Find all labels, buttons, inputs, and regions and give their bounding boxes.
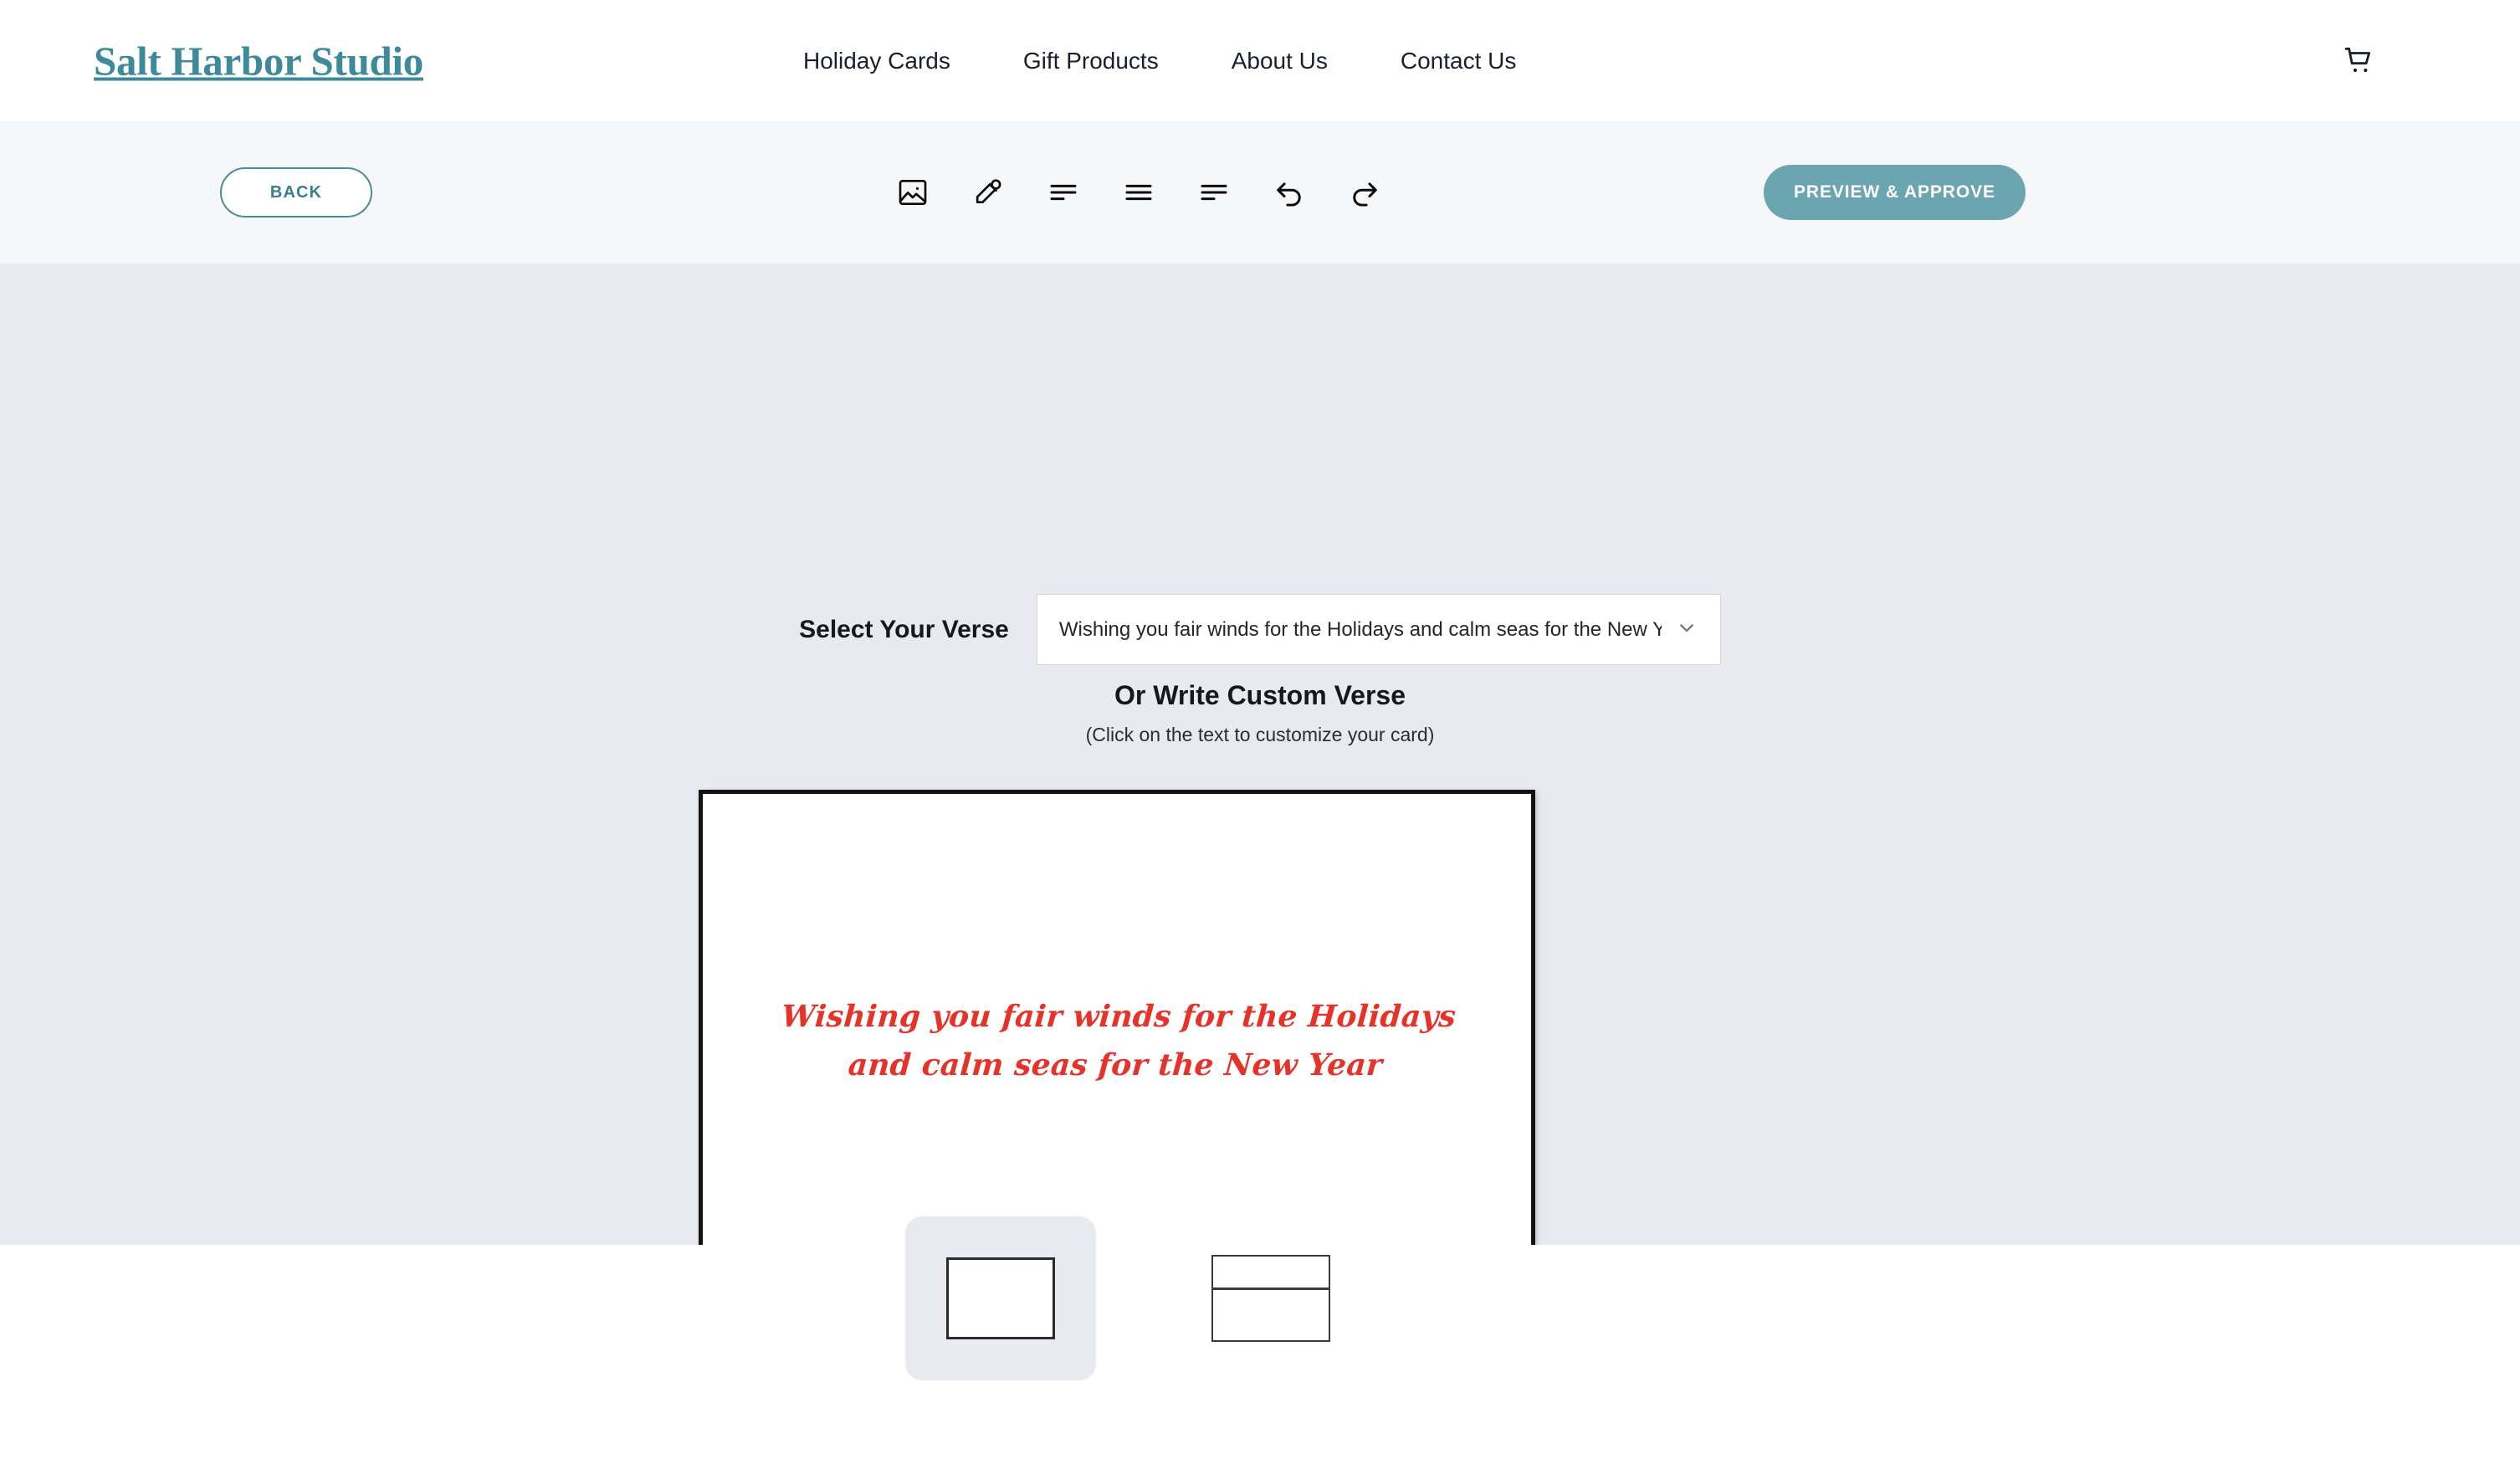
align-right-tool-button[interactable] — [1192, 171, 1236, 214]
card-front-thumbnail[interactable] — [905, 1216, 1096, 1380]
nav-item-about-us[interactable]: About Us — [1232, 48, 1328, 74]
nav-link-label[interactable]: Gift Products — [1023, 48, 1159, 74]
nav-link-label[interactable]: About Us — [1232, 48, 1328, 74]
envelope-thumbnail[interactable] — [1175, 1216, 1366, 1380]
nav-link-label[interactable]: Contact Us — [1401, 48, 1517, 74]
editor-stage: Select Your Verse Wishing you fair winds… — [0, 264, 2520, 1400]
card-editor-page: Salt Harbor Studio Holiday Cards Gift Pr… — [0, 0, 2520, 1459]
align-left-icon — [1047, 176, 1080, 209]
nav-item-holiday-cards[interactable]: Holiday Cards — [803, 48, 950, 74]
page-thumbnail-row — [905, 1216, 1366, 1380]
preview-and-approve-button[interactable]: PREVIEW & APPROVE — [1764, 165, 2026, 220]
nav-item-gift-products[interactable]: Gift Products — [1023, 48, 1159, 74]
align-center-icon — [1122, 176, 1155, 209]
brand-logo[interactable]: Salt Harbor Studio — [94, 37, 423, 84]
verse-select-label: Select Your Verse — [799, 615, 1009, 643]
eyedropper-icon — [971, 176, 1005, 209]
color-picker-tool-button[interactable] — [966, 171, 1010, 214]
site-header: Salt Harbor Studio Holiday Cards Gift Pr… — [0, 0, 2520, 121]
image-icon — [896, 176, 930, 209]
shopping-cart-icon — [2343, 44, 2376, 78]
editor-toolbar: BACK PREVIEW & APPROVE — [0, 121, 2520, 264]
verse-select-dropdown[interactable]: Wishing you fair winds for the Holidays … — [1036, 594, 1721, 665]
verse-select-row: Select Your Verse Wishing you fair winds… — [0, 594, 2520, 665]
nav-item-contact-us[interactable]: Contact Us — [1401, 48, 1517, 74]
page-thumbnail-strip — [0, 1216, 2520, 1459]
undo-icon — [1272, 175, 1307, 210]
card-verse-text[interactable]: Wishing you fair winds for the Holidays … — [699, 992, 1534, 1090]
main-navigation: Holiday Cards Gift Products About Us Con… — [803, 48, 1516, 74]
tool-button-group — [891, 171, 1386, 214]
verse-select-wrapper: Wishing you fair winds for the Holidays … — [1036, 594, 1721, 665]
card-verse-line-1: Wishing you fair winds for the Holidays — [780, 999, 1457, 1034]
align-left-tool-button[interactable] — [1042, 171, 1085, 214]
undo-button[interactable] — [1268, 171, 1311, 214]
align-right-icon — [1197, 176, 1231, 209]
nav-link-label[interactable]: Holiday Cards — [803, 48, 950, 74]
custom-verse-heading: Or Write Custom Verse — [1114, 680, 1406, 710]
card-verse-line-2: and calm seas for the New Year — [847, 1047, 1384, 1083]
custom-verse-subtext: (Click on the text to customize your car… — [1085, 724, 1435, 745]
image-tool-button[interactable] — [891, 171, 935, 214]
align-center-tool-button[interactable] — [1117, 171, 1160, 214]
redo-button[interactable] — [1343, 171, 1386, 214]
card-thumbnail-shape — [946, 1257, 1055, 1339]
cart-button[interactable] — [2337, 38, 2382, 84]
verse-select-value: Wishing you fair winds for the Holidays … — [1058, 617, 1662, 641]
redo-icon — [1347, 175, 1382, 210]
back-button[interactable]: BACK — [220, 167, 372, 218]
envelope-thumbnail-shape — [1211, 1255, 1330, 1342]
